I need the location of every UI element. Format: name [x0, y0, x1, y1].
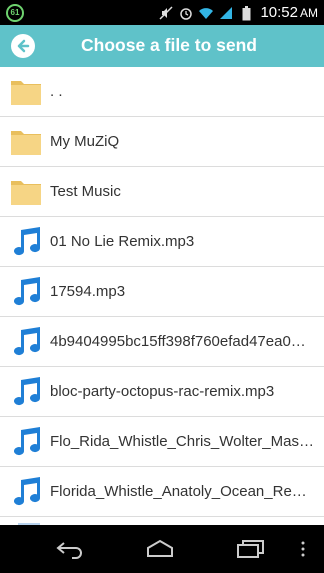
music-note-icon [8, 474, 44, 510]
clock-time: 10:52 [260, 4, 298, 21]
menu-icon [301, 541, 305, 557]
music-note-icon [8, 374, 44, 410]
list-item[interactable]: 4b9404995bc15ff398f760efad47ea0… [0, 317, 324, 367]
list-item-label: 4b9404995bc15ff398f760efad47ea0… [50, 333, 306, 350]
list-item-label: 01 No Lie Remix.mp3 [50, 233, 195, 250]
music-note-icon [8, 324, 44, 360]
file-list: . . My MuZiQ Test Music 01 No Lie Remix.… [0, 67, 324, 525]
clock-ampm: AM [300, 6, 318, 20]
back-nav-icon [56, 542, 82, 559]
list-item-label: bloc-party-octopus-rac-remix.mp3 [50, 383, 275, 400]
status-bar: 61 10:52 AM [0, 0, 324, 25]
notification-badge: 61 [6, 4, 24, 22]
list-item-label: My MuZiQ [50, 133, 120, 150]
list-item[interactable]: bloc-party-octopus-rac-remix.mp3 [0, 367, 324, 417]
list-item-label: Florida_Whistle_Anatoly_Ocean_Re… [50, 483, 307, 500]
mute-icon [158, 5, 174, 21]
back-arrow-icon [17, 39, 30, 53]
list-item[interactable]: 01 No Lie Remix.mp3 [0, 217, 324, 267]
list-item[interactable]: Florida_Whistle_Anatoly_Ocean_Re… [0, 467, 324, 517]
music-note-icon [8, 424, 44, 460]
list-item-label: 17594.mp3 [50, 283, 126, 300]
battery-icon [238, 5, 254, 21]
page-title: Choose a file to send [81, 35, 257, 55]
folder-icon [8, 74, 44, 110]
list-item-label: Test Music [50, 183, 121, 200]
list-item-label: . . [50, 83, 63, 100]
music-note-icon [8, 517, 44, 525]
nav-recent-button[interactable] [232, 537, 268, 561]
folder-icon [8, 174, 44, 210]
list-item[interactable]: Test Music [0, 167, 324, 217]
list-item-partial[interactable] [0, 517, 324, 525]
recent-apps-icon [237, 540, 264, 558]
list-item[interactable]: My MuZiQ [0, 117, 324, 167]
list-item[interactable]: . . [0, 67, 324, 117]
list-item-label: Flo_Rida_Whistle_Chris_Wolter_Mas… [50, 433, 314, 450]
folder-icon [8, 124, 44, 160]
back-button[interactable] [11, 34, 35, 58]
clock: 10:52 AM [260, 4, 318, 21]
signal-icon [218, 5, 234, 21]
nav-back-button[interactable] [52, 537, 88, 561]
list-item[interactable]: Flo_Rida_Whistle_Chris_Wolter_Mas… [0, 417, 324, 467]
wifi-icon [198, 5, 214, 21]
navigation-bar [0, 525, 324, 573]
list-item[interactable]: 17594.mp3 [0, 267, 324, 317]
alarm-icon [178, 5, 194, 21]
nav-menu-button[interactable] [288, 537, 318, 561]
nav-home-button[interactable] [142, 537, 178, 561]
home-icon [147, 539, 173, 557]
app-header: Choose a file to send [0, 25, 324, 68]
music-note-icon [8, 224, 44, 260]
status-icons [158, 5, 254, 21]
music-note-icon [8, 274, 44, 310]
